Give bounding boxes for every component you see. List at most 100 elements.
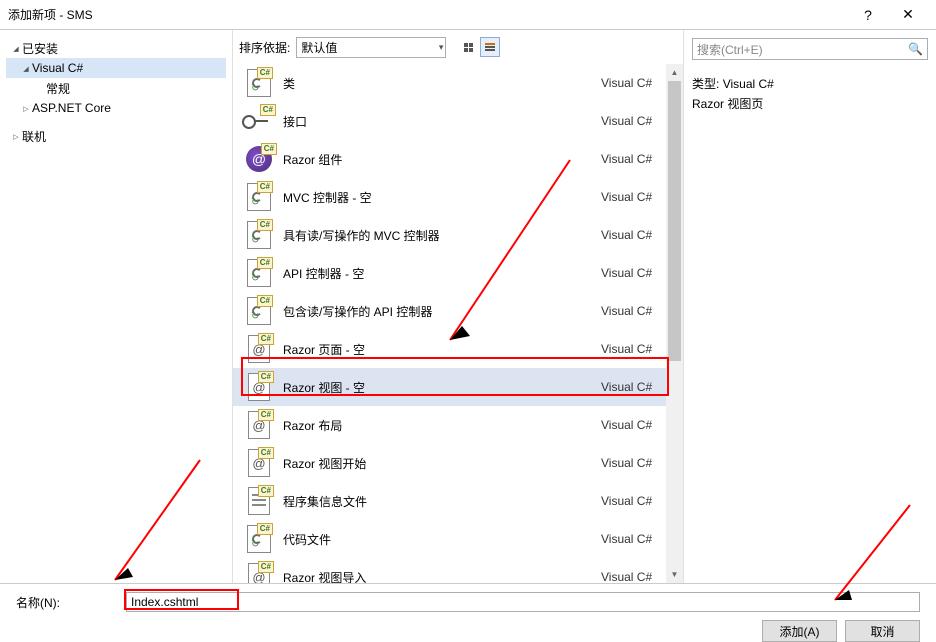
scroll-up-button[interactable]: ▲ <box>666 64 683 81</box>
list-icon <box>485 43 495 51</box>
details-panel: 搜索(Ctrl+E) 🔍 类型: Visual C# Razor 视图页 <box>684 30 936 583</box>
template-item[interactable]: ↻MVC 控制器 - 空Visual C# <box>233 178 683 216</box>
doc-file-icon <box>248 487 270 515</box>
template-item[interactable]: ↻ 具有读/写操作的 MVC 控制器 Visual C# <box>233 216 683 254</box>
template-item-icon <box>245 449 273 477</box>
expand-icon[interactable] <box>10 43 22 53</box>
csharp-file-icon: ↻ <box>247 69 271 97</box>
window-title: 添加新项 - SMS <box>8 6 848 23</box>
csharp-file-icon: ↻ <box>247 525 271 553</box>
detail-description: Razor 视图页 <box>692 97 763 111</box>
template-item[interactable]: 接口Visual C# <box>233 102 683 140</box>
tree-aspnet-core[interactable]: ASP.NET Core <box>6 98 226 118</box>
template-item-lang: Visual C# <box>601 570 671 583</box>
template-item[interactable]: 程序集信息文件Visual C# <box>233 482 683 520</box>
template-item[interactable]: ↻包含读/写操作的 API 控制器Visual C# <box>233 292 683 330</box>
view-grid-button[interactable] <box>458 37 478 57</box>
name-label: 名称(N): <box>16 594 116 611</box>
scroll-down-button[interactable]: ▼ <box>666 566 683 583</box>
tree-label: ASP.NET Core <box>32 101 111 115</box>
template-item-name: 具有读/写操作的 MVC 控制器 <box>283 227 591 244</box>
template-item-lang: Visual C# <box>601 304 671 318</box>
razor-file-icon <box>248 563 270 583</box>
csharp-file-icon: ↻ <box>247 297 271 325</box>
search-icon: 🔍 <box>908 42 923 56</box>
tree-general[interactable]: 常规 <box>6 78 226 98</box>
template-item-lang: Visual C# <box>601 152 671 166</box>
template-item-name: Razor 页面 - 空 <box>283 341 591 358</box>
title-bar: 添加新项 - SMS ? ✕ <box>0 0 936 30</box>
bottom-bar: 名称(N): 添加(A) 取消 <box>0 583 936 642</box>
help-button[interactable]: ? <box>848 7 888 23</box>
template-item[interactable]: ↻ 类 Visual C# <box>233 64 683 102</box>
template-item[interactable]: ↻API 控制器 - 空Visual C# <box>233 254 683 292</box>
csharp-file-icon: ↻ <box>247 183 271 211</box>
template-item[interactable]: ↻ 代码文件 Visual C# <box>233 520 683 558</box>
template-item-icon: ↻ <box>245 525 273 553</box>
close-button[interactable]: ✕ <box>888 6 928 23</box>
button-row: 添加(A) 取消 <box>16 620 920 642</box>
template-item-name: 代码文件 <box>283 531 591 548</box>
tree-label: 联机 <box>22 128 46 145</box>
name-input[interactable] <box>126 592 920 612</box>
template-item-icon: ↻ <box>245 221 273 249</box>
template-item-icon: ↻ <box>245 183 273 211</box>
template-item[interactable]: Razor 视图导入 Visual C# <box>233 558 683 583</box>
template-item-icon <box>245 107 273 135</box>
toolbar: 排序依据: 默认值 ▾ <box>233 30 683 64</box>
template-list[interactable]: ↻类Visual C#接口Visual C#Razor 组件Visual C#↻… <box>233 64 683 583</box>
scroll-thumb[interactable] <box>668 81 681 361</box>
tree-label: Visual C# <box>32 61 83 75</box>
template-item-icon <box>245 411 273 439</box>
search-input[interactable]: 搜索(Ctrl+E) 🔍 <box>692 38 928 60</box>
expand-icon[interactable] <box>10 131 22 141</box>
cancel-button[interactable]: 取消 <box>845 620 920 642</box>
template-item-lang: Visual C# <box>601 342 671 356</box>
template-item[interactable]: Razor 视图 - 空Visual C# <box>233 368 683 406</box>
tree-installed[interactable]: 已安装 <box>6 38 226 58</box>
template-item-name: Razor 视图开始 <box>283 455 591 472</box>
template-item-lang: Visual C# <box>601 114 671 128</box>
razor-file-icon <box>248 449 270 477</box>
template-item-name: Razor 布局 <box>283 417 591 434</box>
template-item-lang: Visual C# <box>601 76 671 90</box>
template-item[interactable]: Razor 视图开始 Visual C# <box>233 444 683 482</box>
detail-type-label: 类型: <box>692 77 719 91</box>
razor-component-icon <box>246 146 272 172</box>
expand-icon[interactable] <box>20 63 32 73</box>
tree-label: 已安装 <box>22 40 58 57</box>
template-item-lang: Visual C# <box>601 266 671 280</box>
search-placeholder: 搜索(Ctrl+E) <box>697 41 763 58</box>
template-item-icon <box>245 563 273 583</box>
template-item-lang: Visual C# <box>601 190 671 204</box>
template-item-lang: Visual C# <box>601 380 671 394</box>
interface-icon <box>246 108 272 134</box>
main-area: 已安装 Visual C# 常规 ASP.NET Core 联机 排序依据: 默… <box>0 30 936 583</box>
sort-dropdown[interactable]: 默认值 ▾ <box>296 37 446 58</box>
detail-type-value: Visual C# <box>723 77 774 91</box>
template-item[interactable]: Razor 页面 - 空 Visual C# <box>233 330 683 368</box>
add-button[interactable]: 添加(A) <box>762 620 837 642</box>
template-item-lang: Visual C# <box>601 532 671 546</box>
template-item-icon <box>245 145 273 173</box>
tree-visual-csharp[interactable]: Visual C# <box>6 58 226 78</box>
template-item[interactable]: Razor 布局Visual C# <box>233 406 683 444</box>
scrollbar[interactable]: ▲ ▼ <box>666 64 683 583</box>
dropdown-arrow-icon: ▾ <box>439 42 444 53</box>
detail-text: 类型: Visual C# Razor 视图页 <box>692 74 928 114</box>
razor-file-icon <box>248 373 270 401</box>
razor-file-icon <box>248 335 270 363</box>
template-item-name: 程序集信息文件 <box>283 493 591 510</box>
view-list-button[interactable] <box>480 37 500 57</box>
template-item-name: 类 <box>283 75 591 92</box>
template-item-lang: Visual C# <box>601 228 671 242</box>
template-item-name: Razor 组件 <box>283 151 591 168</box>
razor-file-icon <box>248 411 270 439</box>
expand-icon[interactable] <box>20 103 32 113</box>
template-item-name: Razor 视图导入 <box>283 569 591 584</box>
template-item[interactable]: Razor 组件 Visual C# <box>233 140 683 178</box>
template-item-icon <box>245 335 273 363</box>
template-item-icon: ↻ <box>245 69 273 97</box>
template-item-lang: Visual C# <box>601 456 671 470</box>
tree-online[interactable]: 联机 <box>6 126 226 146</box>
